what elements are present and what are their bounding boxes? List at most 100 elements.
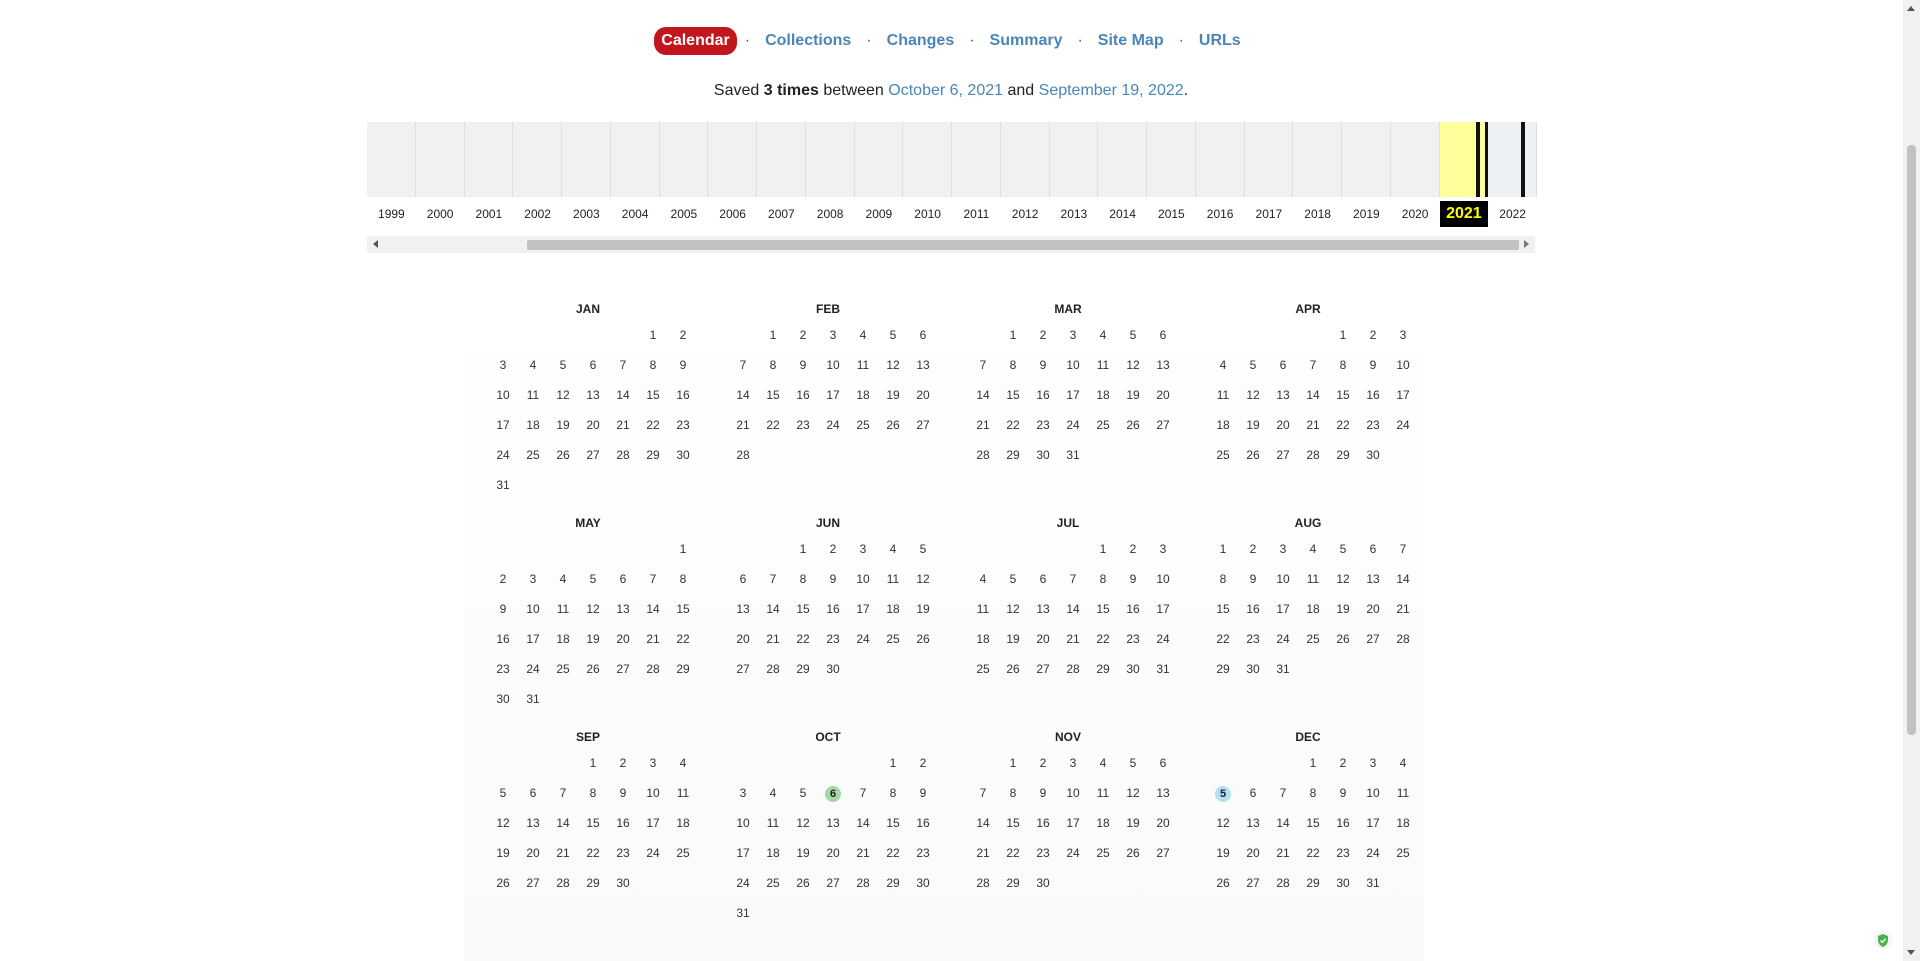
empty-day [578,534,608,564]
year-label-2016[interactable]: 2016 [1196,201,1245,227]
year-bar-2014[interactable] [1098,122,1147,197]
calendar-day: 15 [886,816,900,830]
year-label-2010[interactable]: 2010 [903,201,952,227]
calendar-day: 22 [676,632,690,646]
month-name: AUG [1294,516,1322,530]
calendar-day: 29 [796,662,810,676]
calendar-day: 26 [1246,448,1260,462]
nav-site-map[interactable]: Site Map [1091,27,1171,55]
calendar-day: 19 [1006,632,1020,646]
calendar-day: 25 [886,632,900,646]
year-bar-2010[interactable] [903,122,952,197]
year-bar-2005[interactable] [659,122,709,197]
scroll-left-icon[interactable] [373,240,378,248]
year-label-2022[interactable]: 2022 [1488,201,1537,227]
first-capture-link[interactable]: October 6, 2021 [888,82,1003,99]
year-label-2003[interactable]: 2003 [562,201,611,227]
calendar-day: 19 [796,846,810,860]
scroll-down-icon[interactable] [1907,950,1915,955]
year-bar-1999[interactable] [367,122,416,197]
calendar-day: 5 [1339,542,1347,556]
year-label-2011[interactable]: 2011 [952,201,1001,227]
year-label-2019[interactable]: 2019 [1342,201,1391,227]
nav-urls[interactable]: URLs [1192,27,1248,55]
year-bar-2011[interactable] [952,122,1001,197]
year-bar-2002[interactable] [513,122,562,197]
year-bar-2022[interactable] [1488,122,1537,197]
year-bar-2013[interactable] [1049,122,1099,197]
year-label-2008[interactable]: 2008 [806,201,855,227]
year-bar-2009[interactable] [854,122,904,197]
year-bar-2003[interactable] [562,122,611,197]
year-label-2000[interactable]: 2000 [416,201,465,227]
year-bar-2020[interactable] [1390,122,1440,197]
year-label-2020[interactable]: 2020 [1391,201,1440,227]
calendar-day: 20 [526,846,540,860]
year-label-2017[interactable]: 2017 [1245,201,1294,227]
snapshot-day[interactable]: 6 [818,778,848,808]
year-label-1999[interactable]: 1999 [367,201,416,227]
snapshot-day[interactable]: 5 [1208,778,1238,808]
year-bar-2006[interactable] [708,122,757,197]
year-bar-2001[interactable] [464,122,514,197]
year-label-2021[interactable]: 2021 [1439,201,1489,227]
empty-day [608,320,638,350]
year-label-2012[interactable]: 2012 [1001,201,1050,227]
year-label-2007[interactable]: 2007 [757,201,806,227]
year-bar-2012[interactable] [1000,122,1050,197]
calendar-day: 31 [1276,662,1290,676]
timeline-scroll-thumb[interactable] [527,240,1519,250]
calendar-day: 3 [649,756,657,770]
calendar-day: 5 [499,786,507,800]
shield-check-icon[interactable] [1874,931,1892,949]
year-label-2009[interactable]: 2009 [855,201,904,227]
nav-summary[interactable]: Summary [983,27,1070,55]
month-oct: OCT 1 2 3 4 5 6 7 8 9 10 11 12 13 14 15 16 17 18 19 20 21 22 23… [728,726,938,928]
year-bar-2007[interactable] [757,122,806,197]
year-label-2005[interactable]: 2005 [660,201,709,227]
year-label-2018[interactable]: 2018 [1293,201,1342,227]
year-bar-2008[interactable] [805,122,855,197]
year-bar-2019[interactable] [1342,122,1391,197]
calendar-day: 21 [646,632,660,646]
day-grid: 1 2 3 4 5 6 7 8 9 10 11 12 13 14 15 16 17 18 19 20 21 22 23 24 2… [488,534,698,714]
year-bar-2004[interactable] [610,122,660,197]
year-bar-2021[interactable] [1439,122,1489,197]
calendar-day: 21 [856,846,870,860]
empty-day [518,748,548,778]
year-label-2015[interactable]: 2015 [1147,201,1196,227]
calendar-day: 11 [886,572,900,586]
summary-period: . [1183,82,1189,99]
calendar-day: 7 [1399,542,1407,556]
calendar-day: 27 [586,448,600,462]
calendar-day: 21 [1396,602,1410,616]
year-bar-2018[interactable] [1293,122,1342,197]
nav-calendar[interactable]: Calendar [654,27,737,55]
year-bar-2016[interactable] [1195,122,1245,197]
year-label-2014[interactable]: 2014 [1098,201,1147,227]
year-label-2001[interactable]: 2001 [465,201,514,227]
calendar-day: 26 [1216,876,1230,890]
nav-collections[interactable]: Collections [758,27,858,55]
scroll-up-icon[interactable] [1907,6,1915,11]
calendar-day: 31 [736,906,750,920]
empty-day [728,748,758,778]
year-label-2002[interactable]: 2002 [513,201,562,227]
scroll-right-icon[interactable] [1524,240,1529,248]
year-bar-2000[interactable] [415,122,465,197]
calendar-day: 14 [556,816,570,830]
calendar-day: 29 [1096,662,1110,676]
year-label-2006[interactable]: 2006 [708,201,757,227]
nav-changes[interactable]: Changes [880,27,962,55]
year-bar-2015[interactable] [1147,122,1196,197]
last-capture-link[interactable]: September 19, 2022 [1039,82,1184,99]
year-label-2013[interactable]: 2013 [1050,201,1099,227]
year-label-2004[interactable]: 2004 [611,201,660,227]
calendar-day: 23 [916,846,930,860]
timeline-scrollbar[interactable] [367,236,1535,253]
calendar-day: 21 [736,418,750,432]
page-scroll-thumb[interactable] [1907,145,1916,735]
year-bar-2017[interactable] [1244,122,1294,197]
page-scrollbar[interactable] [1903,0,1920,961]
calendar-day: 26 [916,632,930,646]
